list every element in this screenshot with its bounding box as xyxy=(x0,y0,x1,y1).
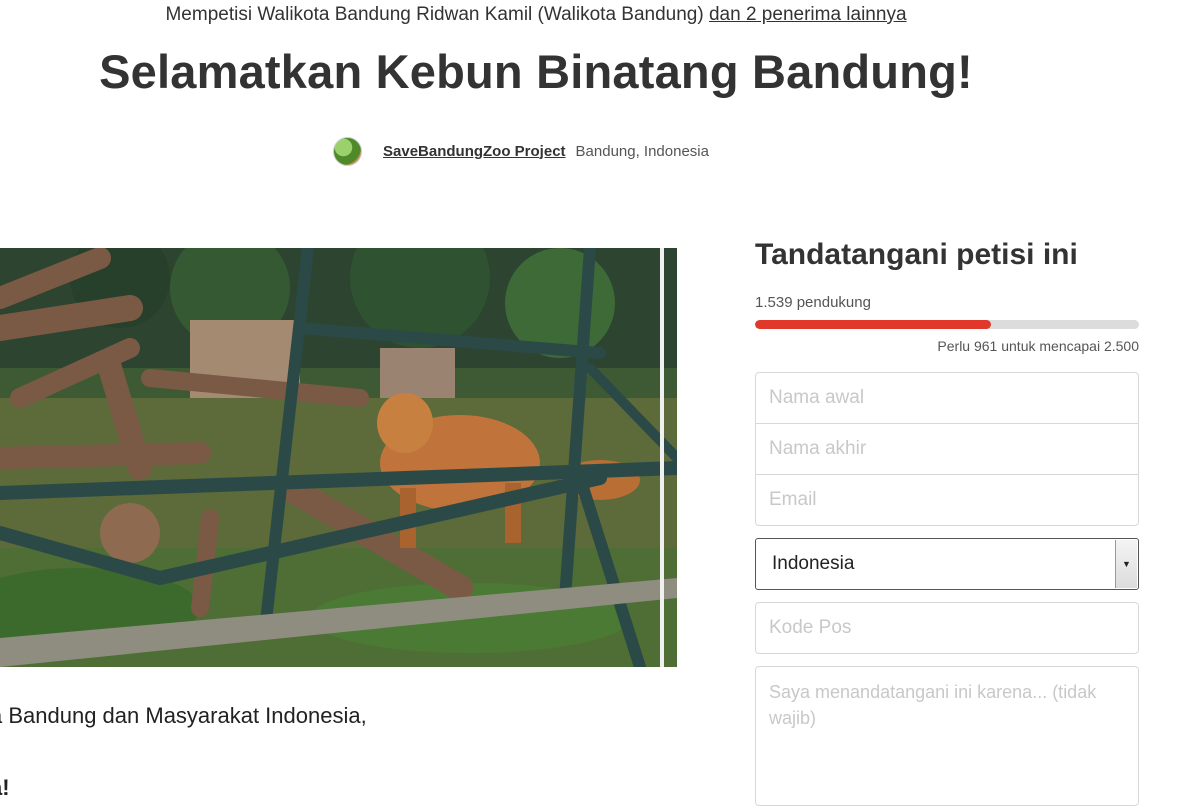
sign-heading: Tandatangani petisi ini xyxy=(755,238,1078,271)
author-link[interactable]: SaveBandungZoo Project xyxy=(383,143,566,160)
recipients-text: Mempetisi Walikota Bandung Ridwan Kamil … xyxy=(165,4,704,25)
country-select[interactable]: Indonesia ▼ xyxy=(755,538,1139,590)
author-row: SaveBandungZoo Project Bandung, Indonesi… xyxy=(333,136,709,166)
letter-preview: a Bandung dan Masyarakat Indonesia, a! xyxy=(0,700,367,800)
author-location: Bandung, Indonesia xyxy=(575,142,709,160)
signature-progress-bar xyxy=(755,320,1139,329)
signatures-needed: Perlu 961 untuk mencapai 2.500 xyxy=(937,338,1139,354)
progress-fill xyxy=(755,320,992,329)
postal-code-input[interactable] xyxy=(755,602,1139,654)
sign-form: Indonesia ▼ xyxy=(755,372,1139,811)
zoo-photo-illustration xyxy=(0,248,677,667)
more-recipients-link[interactable]: dan 2 penerima lainnya xyxy=(709,4,907,25)
email-input[interactable] xyxy=(755,474,1139,526)
recipients-line: Mempetisi Walikota Bandung Ridwan Kamil … xyxy=(0,4,1072,26)
sign-petition-panel: Tandatangani petisi ini 1.539 pendukung … xyxy=(755,238,1139,811)
letter-line-2: a! xyxy=(0,775,10,800)
letter-line-1: a Bandung dan Masyarakat Indonesia, xyxy=(0,703,367,728)
last-name-input[interactable] xyxy=(755,423,1139,475)
petition-photo xyxy=(0,248,677,667)
petition-title: Selamatkan Kebun Binatang Bandung! xyxy=(99,45,973,98)
name-email-group xyxy=(755,372,1139,526)
reason-textarea[interactable] xyxy=(755,666,1139,806)
supporter-count: 1.539 pendukung xyxy=(755,294,871,311)
chevron-down-icon[interactable]: ▼ xyxy=(1115,540,1137,588)
avatar-icon xyxy=(333,136,362,166)
first-name-input[interactable] xyxy=(755,372,1139,424)
country-value: Indonesia xyxy=(772,553,855,574)
